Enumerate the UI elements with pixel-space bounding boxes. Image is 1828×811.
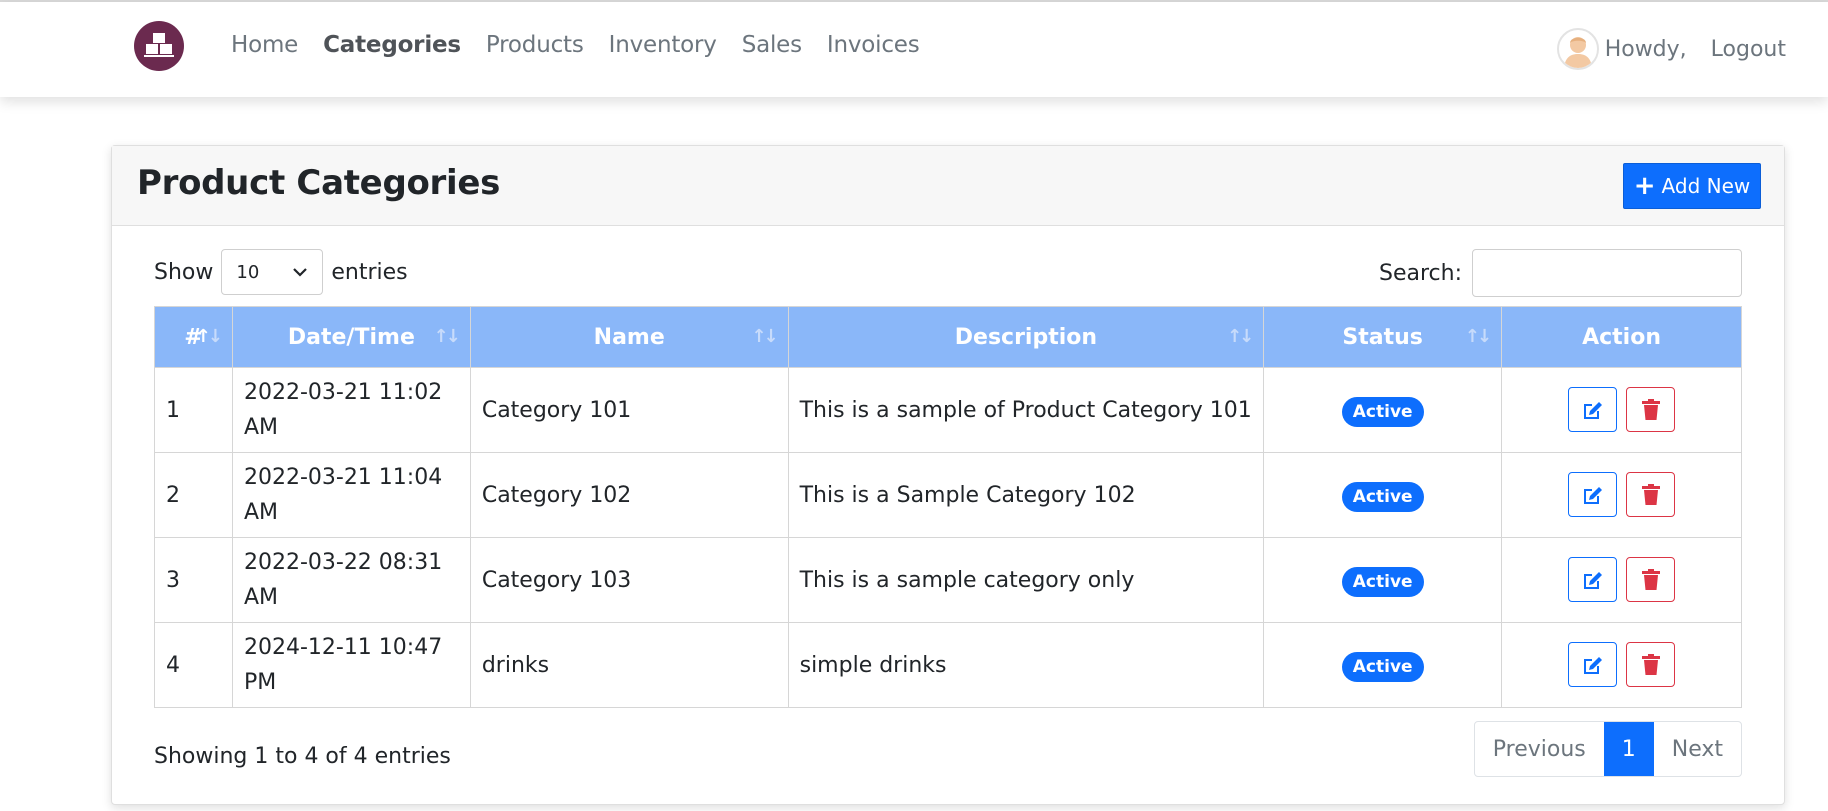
nav-invoices[interactable]: Invoices bbox=[827, 32, 920, 58]
user-avatar-icon[interactable] bbox=[1556, 28, 1599, 70]
navbar: Home Categories Products Inventory Sales… bbox=[0, 2, 1828, 97]
chevron-down-icon bbox=[293, 268, 308, 277]
pagination: Previous 1 Next bbox=[1473, 721, 1742, 777]
logo-icon[interactable] bbox=[134, 21, 184, 71]
cell-number: 1 bbox=[154, 367, 233, 453]
cell-status: Active bbox=[1263, 367, 1503, 453]
search-label: Search: bbox=[1379, 260, 1462, 286]
plus-icon: + bbox=[1633, 171, 1656, 201]
edit-button[interactable] bbox=[1568, 472, 1618, 518]
search-control: Search: bbox=[1379, 249, 1742, 297]
cell-name: drinks bbox=[469, 622, 789, 708]
cell-status: Active bbox=[1263, 537, 1503, 623]
status-badge: Active bbox=[1341, 481, 1424, 512]
trash-icon bbox=[1641, 653, 1660, 675]
user-area: Howdy, Logout bbox=[1556, 28, 1786, 70]
cell-name: Category 102 bbox=[469, 452, 789, 538]
cell-number: 4 bbox=[154, 622, 233, 708]
nav-home[interactable]: Home bbox=[231, 32, 298, 58]
add-new-label: Add New bbox=[1661, 174, 1751, 198]
page-1-button[interactable]: 1 bbox=[1603, 722, 1654, 776]
edit-icon bbox=[1583, 486, 1602, 504]
cell-datetime: 2022-03-21 11:04 AM bbox=[231, 452, 471, 538]
search-input[interactable] bbox=[1472, 249, 1742, 297]
table-info: Showing 1 to 4 of 4 entries bbox=[154, 744, 451, 769]
table-row: 3 2022-03-22 08:31 AM Category 103 This … bbox=[154, 537, 1742, 623]
cell-action bbox=[1501, 622, 1742, 708]
cell-status: Active bbox=[1263, 452, 1503, 538]
status-badge: Active bbox=[1341, 566, 1424, 597]
previous-button[interactable]: Previous bbox=[1475, 722, 1604, 776]
card-header: Product Categories + Add New bbox=[112, 146, 1784, 226]
edit-button[interactable] bbox=[1568, 642, 1618, 688]
table-header-row: # ↑↓ Date/Time ↑↓ Name ↑↓ Description ↑↓ Sta… bbox=[154, 306, 1742, 368]
cell-name: Category 103 bbox=[469, 537, 789, 623]
delete-button[interactable] bbox=[1626, 472, 1676, 518]
cell-datetime: 2022-03-21 11:02 AM bbox=[231, 367, 471, 453]
cell-description: This is a sample of Product Category 101 bbox=[787, 367, 1265, 453]
nav-inventory[interactable]: Inventory bbox=[609, 32, 717, 58]
cell-datetime: 2022-03-22 08:31 AM bbox=[231, 537, 471, 623]
nav-categories[interactable]: Categories bbox=[323, 32, 461, 58]
table-row: 4 2024-12-11 10:47 PM drinks simple drin… bbox=[154, 622, 1742, 708]
nav-products[interactable]: Products bbox=[486, 32, 584, 58]
main-nav: Home Categories Products Inventory Sales… bbox=[231, 32, 920, 58]
cell-description: simple drinks bbox=[787, 622, 1265, 708]
add-new-button[interactable]: + Add New bbox=[1623, 163, 1761, 209]
sort-icon: ↑↓ bbox=[1464, 326, 1492, 347]
cell-datetime: 2024-12-11 10:47 PM bbox=[231, 622, 471, 708]
categories-card: Product Categories + Add New Show 10 ent… bbox=[111, 145, 1785, 805]
table-row: 1 2022-03-21 11:02 AM Category 101 This … bbox=[154, 367, 1742, 453]
page-length-value: 10 bbox=[236, 261, 260, 283]
column-header-action: Action bbox=[1501, 306, 1742, 368]
cell-name: Category 101 bbox=[469, 367, 789, 453]
sort-icon: ↑↓ bbox=[751, 326, 778, 347]
delete-button[interactable] bbox=[1626, 642, 1676, 688]
sort-icon: ↑↓ bbox=[433, 326, 461, 347]
next-button[interactable]: Next bbox=[1654, 722, 1741, 776]
page-length-select[interactable]: 10 bbox=[221, 249, 324, 295]
column-header-name[interactable]: Name ↑↓ bbox=[469, 306, 789, 368]
cell-status: Active bbox=[1263, 622, 1503, 708]
nav-sales[interactable]: Sales bbox=[742, 32, 802, 58]
trash-icon bbox=[1641, 568, 1660, 590]
cell-description: This is a sample category only bbox=[787, 537, 1265, 623]
logout-link[interactable]: Logout bbox=[1711, 37, 1786, 62]
status-badge: Active bbox=[1341, 651, 1424, 682]
cell-number: 3 bbox=[154, 537, 233, 623]
delete-button[interactable] bbox=[1626, 387, 1676, 433]
entries-label: entries bbox=[331, 259, 408, 285]
page-length-control: Show 10 entries bbox=[154, 249, 408, 295]
categories-table: # ↑↓ Date/Time ↑↓ Name ↑↓ Description ↑↓ Sta… bbox=[154, 306, 1742, 708]
trash-icon bbox=[1641, 398, 1660, 420]
cell-action bbox=[1501, 367, 1742, 453]
table-row: 2 2022-03-21 11:04 AM Category 102 This … bbox=[154, 452, 1742, 538]
sort-icon: ↑↓ bbox=[1227, 326, 1254, 347]
edit-button[interactable] bbox=[1568, 557, 1618, 603]
edit-button[interactable] bbox=[1568, 387, 1618, 433]
column-header-status[interactable]: Status ↑↓ bbox=[1263, 306, 1503, 368]
sort-icon: ↑↓ bbox=[195, 326, 223, 347]
edit-icon bbox=[1583, 656, 1602, 674]
trash-icon bbox=[1641, 483, 1660, 505]
status-badge: Active bbox=[1341, 396, 1424, 427]
edit-icon bbox=[1583, 401, 1602, 419]
cell-action bbox=[1501, 452, 1742, 538]
cell-action bbox=[1501, 537, 1742, 623]
show-label: Show bbox=[154, 259, 214, 285]
cell-number: 2 bbox=[154, 452, 233, 538]
cell-description: This is a Sample Category 102 bbox=[787, 452, 1265, 538]
page-title: Product Categories bbox=[137, 163, 501, 203]
delete-button[interactable] bbox=[1626, 557, 1676, 603]
edit-icon bbox=[1583, 571, 1602, 589]
column-header-description[interactable]: Description ↑↓ bbox=[787, 306, 1265, 368]
column-header-datetime[interactable]: Date/Time ↑↓ bbox=[231, 306, 471, 368]
howdy-text: Howdy, bbox=[1604, 36, 1687, 62]
column-header-number[interactable]: # ↑↓ bbox=[154, 306, 233, 368]
